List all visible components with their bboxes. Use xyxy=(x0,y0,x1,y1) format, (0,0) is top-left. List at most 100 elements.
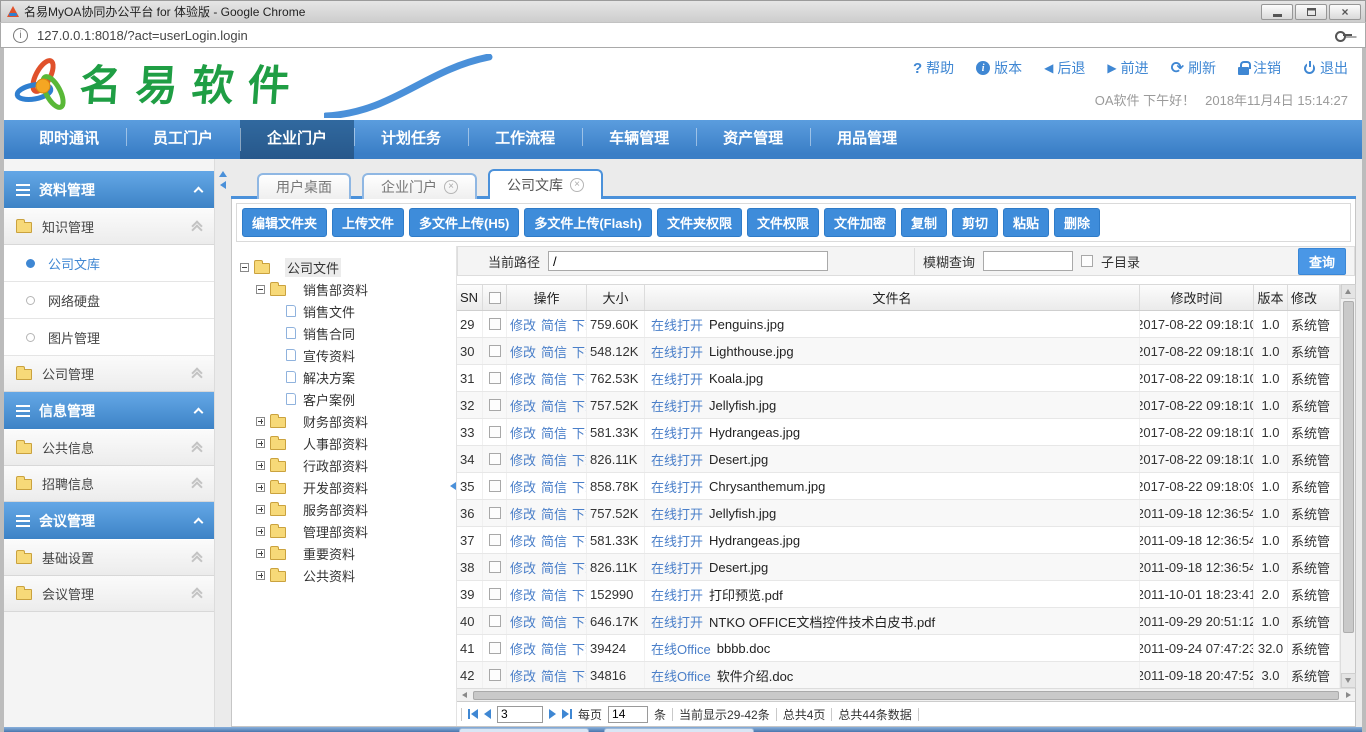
tree-node[interactable]: 销售合同 xyxy=(240,322,456,344)
op-link[interactable]: 修改 xyxy=(510,666,536,685)
expand-icon[interactable] xyxy=(256,417,265,426)
vertical-scroll-thumb[interactable] xyxy=(1343,301,1354,633)
tree-node[interactable]: 宣传资料 xyxy=(240,344,456,366)
taskbar-item[interactable] xyxy=(459,728,589,732)
open-online-link[interactable]: 在线打开 xyxy=(651,396,703,415)
page-number-input[interactable] xyxy=(497,706,543,723)
open-online-link[interactable]: 在线打开 xyxy=(651,477,703,496)
op-link[interactable]: 简信 xyxy=(541,585,567,604)
minimize-button[interactable] xyxy=(1261,4,1293,20)
row-checkbox[interactable] xyxy=(489,615,501,627)
op-link[interactable]: 简信 xyxy=(541,396,567,415)
sidebar-folder-item[interactable]: 公司管理 xyxy=(4,356,214,392)
op-link[interactable]: 简信 xyxy=(541,504,567,523)
expand-icon[interactable] xyxy=(256,527,265,536)
nav-item[interactable]: 计划任务 xyxy=(354,120,468,154)
open-online-link[interactable]: 在线打开 xyxy=(651,423,703,442)
table-horizontal-scrollbar[interactable] xyxy=(457,688,1355,701)
op-link[interactable]: 修改 xyxy=(510,504,536,523)
open-online-link[interactable]: 在线打开 xyxy=(651,531,703,550)
taskbar-item[interactable] xyxy=(604,728,754,732)
scroll-left-icon[interactable] xyxy=(457,689,471,701)
quick-link[interactable]: 注销 xyxy=(1238,58,1281,78)
quick-link[interactable]: 帮助 xyxy=(913,58,954,78)
sidebar-leaf-item[interactable]: 网络硬盘 xyxy=(4,282,214,319)
open-online-link[interactable]: 在线打开 xyxy=(651,450,703,469)
doc-tab[interactable]: 用户桌面 xyxy=(257,173,351,199)
expand-icon[interactable] xyxy=(256,483,265,492)
collapse-up-icon[interactable] xyxy=(219,171,227,177)
op-link[interactable]: 简信 xyxy=(541,450,567,469)
sidebar-section[interactable]: 信息管理 xyxy=(4,392,214,430)
op-link[interactable]: 修改 xyxy=(510,585,536,604)
tab-close-icon[interactable]: × xyxy=(570,178,584,192)
horizontal-scroll-thumb[interactable] xyxy=(473,691,1339,700)
op-link[interactable]: 下载 xyxy=(572,612,587,631)
op-link[interactable]: 简信 xyxy=(541,639,567,658)
toolbar-button[interactable]: 删除 xyxy=(1054,208,1100,237)
row-checkbox[interactable] xyxy=(489,318,501,330)
tree-node[interactable]: 销售文件 xyxy=(240,300,456,322)
open-online-link[interactable]: 在线打开 xyxy=(651,342,703,361)
per-page-input[interactable] xyxy=(608,706,648,723)
row-checkbox[interactable] xyxy=(489,480,501,492)
open-online-link[interactable]: 在线打开 xyxy=(651,585,703,604)
nav-item[interactable]: 工作流程 xyxy=(468,120,582,154)
last-page-button[interactable] xyxy=(562,709,572,719)
tree-node[interactable]: 人事部资料 xyxy=(240,432,456,454)
row-checkbox[interactable] xyxy=(489,372,501,384)
op-link[interactable]: 修改 xyxy=(510,477,536,496)
op-link[interactable]: 简信 xyxy=(541,612,567,631)
op-link[interactable]: 简信 xyxy=(541,531,567,550)
toolbar-button[interactable]: 剪切 xyxy=(952,208,998,237)
table-vertical-scrollbar[interactable] xyxy=(1340,284,1355,688)
row-checkbox[interactable] xyxy=(489,399,501,411)
expand-icon[interactable] xyxy=(256,505,265,514)
op-link[interactable]: 修改 xyxy=(510,639,536,658)
collapse-icon[interactable] xyxy=(256,285,265,294)
nav-item[interactable]: 员工门户 xyxy=(126,120,240,154)
toolbar-button[interactable]: 文件夹权限 xyxy=(657,208,742,237)
tree-node[interactable]: 服务部资料 xyxy=(240,498,456,520)
tree-node[interactable]: 解决方案 xyxy=(240,366,456,388)
expand-icon[interactable] xyxy=(256,439,265,448)
select-all-checkbox[interactable] xyxy=(489,292,501,304)
tree-node[interactable]: 公司文件 xyxy=(240,256,456,278)
toolbar-button[interactable]: 文件权限 xyxy=(747,208,819,237)
key-icon[interactable] xyxy=(1335,29,1353,41)
sidebar-splitter[interactable] xyxy=(215,159,231,727)
op-link[interactable]: 简信 xyxy=(541,423,567,442)
tree-node[interactable]: 公共资料 xyxy=(240,564,456,586)
doc-tab[interactable]: 公司文库× xyxy=(488,169,603,199)
page-info-icon[interactable]: i xyxy=(13,28,28,43)
row-checkbox[interactable] xyxy=(489,669,501,681)
open-online-link[interactable]: 在线Office xyxy=(651,639,711,658)
open-online-link[interactable]: 在线打开 xyxy=(651,369,703,388)
nav-item[interactable]: 用品管理 xyxy=(810,120,924,154)
row-checkbox[interactable] xyxy=(489,345,501,357)
open-online-link[interactable]: 在线打开 xyxy=(651,558,703,577)
maximize-button[interactable] xyxy=(1295,4,1327,20)
subdir-checkbox[interactable] xyxy=(1081,255,1093,267)
expand-icon[interactable] xyxy=(256,549,265,558)
toolbar-button[interactable]: 编辑文件夹 xyxy=(242,208,327,237)
op-link[interactable]: 简信 xyxy=(541,315,567,334)
op-link[interactable]: 修改 xyxy=(510,369,536,388)
sidebar-leaf-item[interactable]: 图片管理 xyxy=(4,319,214,356)
quick-link[interactable]: 后退 xyxy=(1044,58,1085,78)
toolbar-button[interactable]: 多文件上传(H5) xyxy=(409,208,519,237)
tree-node[interactable]: 行政部资料 xyxy=(240,454,456,476)
op-link[interactable]: 修改 xyxy=(510,342,536,361)
sidebar-section[interactable]: 会议管理 xyxy=(4,502,214,540)
window-titlebar[interactable]: 名易MyOA协同办公平台 for 体验版 - Google Chrome × xyxy=(0,0,1366,22)
fuzzy-search-input[interactable] xyxy=(983,251,1073,271)
op-link[interactable]: 修改 xyxy=(510,558,536,577)
toolbar-button[interactable]: 多文件上传(Flash) xyxy=(524,208,652,237)
row-checkbox[interactable] xyxy=(489,534,501,546)
op-link[interactable]: 下载 xyxy=(572,369,587,388)
row-checkbox[interactable] xyxy=(489,426,501,438)
quick-link[interactable]: 退出 xyxy=(1303,58,1348,78)
op-link[interactable]: 下载 xyxy=(572,342,587,361)
op-link[interactable]: 下载 xyxy=(572,531,587,550)
row-checkbox[interactable] xyxy=(489,561,501,573)
